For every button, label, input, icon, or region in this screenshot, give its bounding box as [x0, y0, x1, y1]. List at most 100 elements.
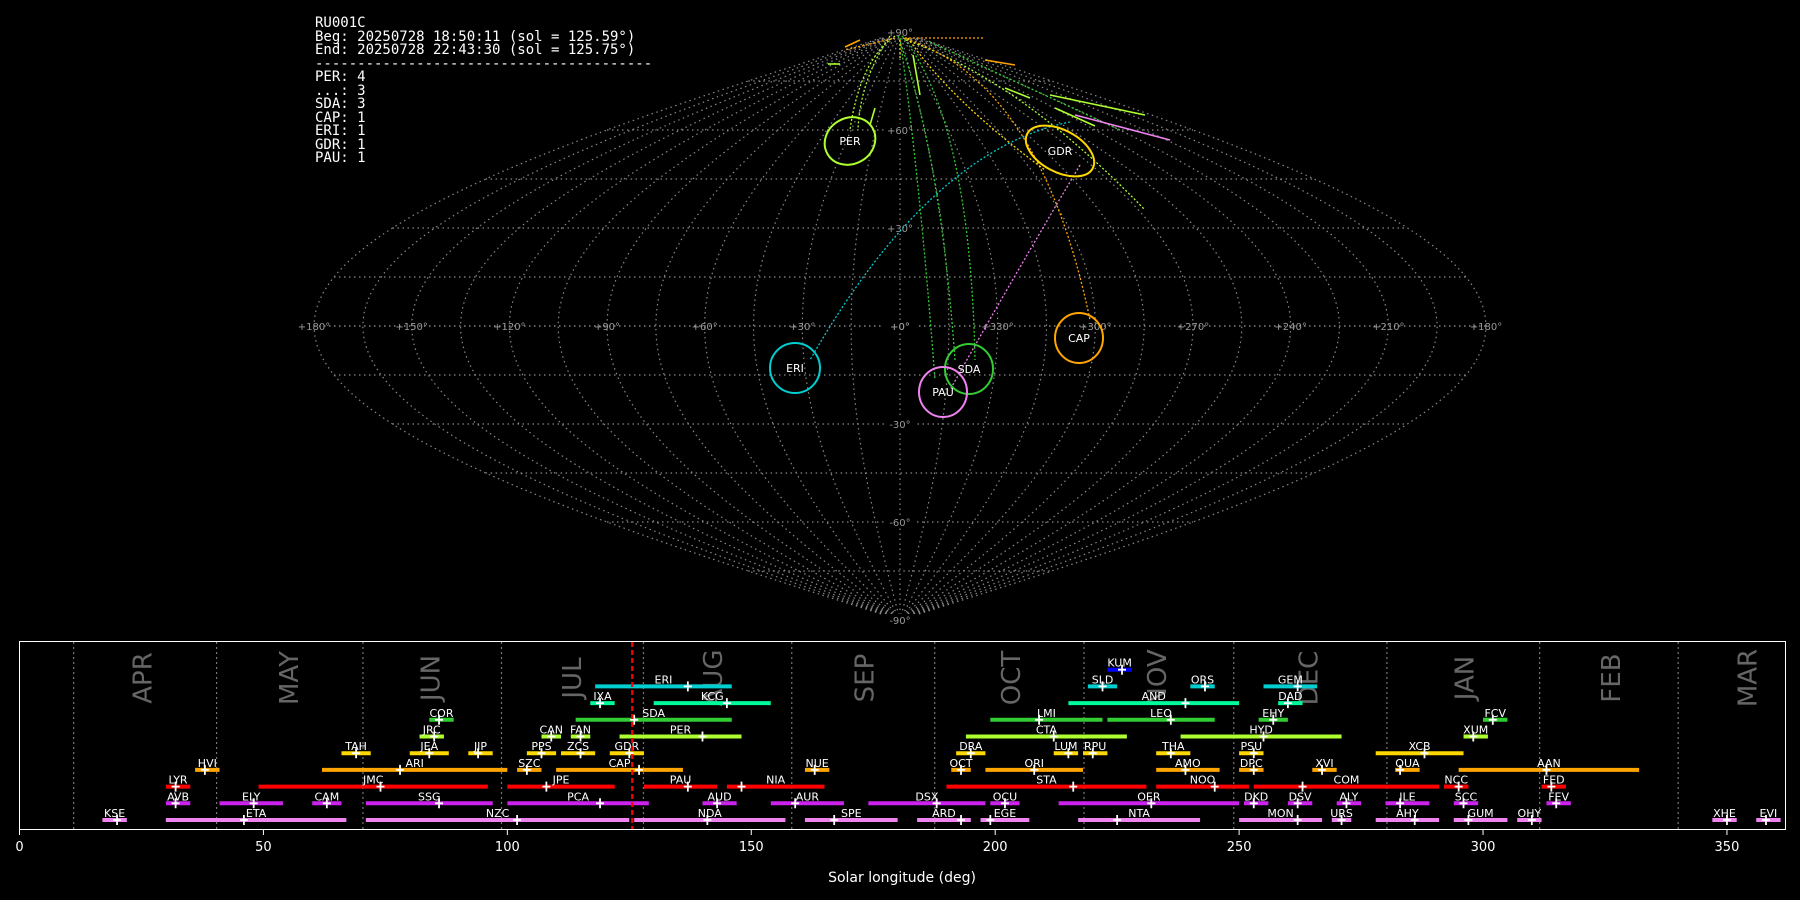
shower-label: OHY [1518, 807, 1542, 820]
shower-label: ELY [242, 790, 261, 803]
shower-label: ERI [655, 673, 673, 686]
shower-label: TAH [344, 740, 367, 753]
shower-label: EVI [1760, 807, 1778, 820]
shower-label: OCT [950, 757, 973, 770]
month-label: APR [128, 652, 158, 704]
shower-label: XVI [1315, 757, 1333, 770]
lon-label: +180° [1470, 322, 1502, 333]
shower-label: JIP [473, 740, 487, 753]
shower-label: AND [1142, 690, 1166, 703]
lon-label: +240° [1274, 322, 1306, 333]
shower-label: KCG [701, 690, 724, 703]
lon-label: +150° [395, 322, 427, 333]
shower-label: NZC [486, 807, 510, 820]
radiant-circles: PER GDR CAP ERI SDA PAU [769, 116, 1104, 418]
x-tick-label: 350 [1715, 840, 1740, 855]
shower-label: GDR [615, 740, 640, 753]
shower-label: PCA [567, 790, 589, 803]
radiant-label: ERI [786, 362, 804, 375]
lat-label: -60° [889, 518, 910, 529]
meteor-segment [869, 107, 876, 126]
shower-label: SCC [1455, 790, 1478, 803]
shower-label: NIA [766, 774, 785, 787]
shower-peak-marker [1293, 815, 1302, 825]
lon-label: +60° [692, 322, 718, 333]
shower-label: COR [429, 707, 453, 720]
x-axis-label: Solar longitude (deg) [828, 870, 976, 886]
shower-label: CAN [540, 724, 563, 737]
shower-label: FED [1543, 774, 1565, 787]
shower-label: AHY [1396, 807, 1419, 820]
shower-peak-marker [683, 681, 692, 692]
lon-label: +120° [493, 322, 525, 333]
shower-label: SSG [418, 790, 441, 803]
radiant-label: PAU [932, 386, 954, 399]
shower-label: NDA [698, 807, 723, 820]
lon-label: +30° [789, 322, 815, 333]
shower-label: JEA [419, 740, 438, 753]
shower-label: IXA [593, 690, 612, 703]
radiant-label: GDR [1048, 145, 1073, 158]
meteor-trail [929, 41, 1121, 131]
shower-label: LMI [1037, 707, 1056, 720]
shower-label: DSX [915, 790, 938, 803]
shower-label: XCB [1409, 740, 1431, 753]
meteor-trail [809, 121, 1071, 361]
x-tick-label: 150 [739, 840, 764, 855]
shower-label: JRC [422, 724, 441, 737]
radiant-label: SDA [958, 363, 981, 376]
meteor-segment [844, 39, 861, 48]
shower-peak-marker [542, 781, 551, 792]
shower-label: DAD [1278, 690, 1302, 703]
shower-label: ARI [405, 757, 423, 770]
shower-label: GUM [1468, 807, 1494, 820]
shower-bars: KUM ERI SLD ORS GEM IXA KCG AND DAD COR SDA LMI LEO E… [102, 642, 1781, 829]
x-tick-label: 100 [495, 840, 520, 855]
x-tick-label: 300 [1471, 840, 1496, 855]
month-label: MAY [275, 651, 305, 705]
shower-label: DPC [1240, 757, 1263, 770]
shower-label: OCU [993, 790, 1017, 803]
lon-label: +210° [1372, 322, 1404, 333]
meteor-trail [901, 35, 976, 361]
shower-label: NUE [806, 757, 829, 770]
shower-label: RPU [1084, 740, 1106, 753]
shower-label: LEO [1150, 707, 1172, 720]
shower-label: THA [1161, 740, 1185, 753]
shower-label: GEM [1278, 673, 1303, 686]
shower-label: NCC [1444, 774, 1468, 787]
shower-label: STA [1036, 774, 1057, 787]
shower-label: JMC [362, 774, 384, 787]
shower-label: DRA [959, 740, 983, 753]
shower-label: SDA [642, 707, 665, 720]
shower-label: DSV [1289, 790, 1312, 803]
shower-label: XHE [1713, 807, 1736, 820]
radiant-label: PER [839, 135, 861, 148]
lat-label: -90° [889, 616, 910, 627]
shower-label: NTA [1128, 807, 1150, 820]
shower-peak-marker [513, 815, 522, 825]
month-label: SEP [850, 654, 880, 703]
lon-label: +270° [1177, 322, 1209, 333]
x-tick-label: 50 [255, 840, 272, 855]
meteor-segment [1074, 114, 1171, 141]
shower-label: ILE [1399, 790, 1415, 803]
shower-label: AAN [1537, 757, 1561, 770]
radiant-label: CAP [1068, 332, 1090, 345]
shower-peak-marker [396, 764, 405, 775]
shower-label: FAN [570, 724, 591, 737]
shower-label: AVB [167, 790, 189, 803]
shower-label: DKD [1244, 790, 1268, 803]
shower-label: KUM [1107, 657, 1131, 670]
shower-label: AUR [796, 790, 820, 803]
meteor-trails [809, 35, 1171, 391]
shower-label: FCV [1484, 707, 1506, 720]
shower-label: HVI [198, 757, 217, 770]
shower-label: URS [1330, 807, 1353, 820]
shower-label: AMO [1175, 757, 1201, 770]
shower-label: PSU [1240, 740, 1262, 753]
lat-label: -30° [889, 420, 910, 431]
meteor-segment [912, 54, 921, 96]
shower-label: CAP [609, 757, 631, 770]
shower-label: EGE [994, 807, 1016, 820]
